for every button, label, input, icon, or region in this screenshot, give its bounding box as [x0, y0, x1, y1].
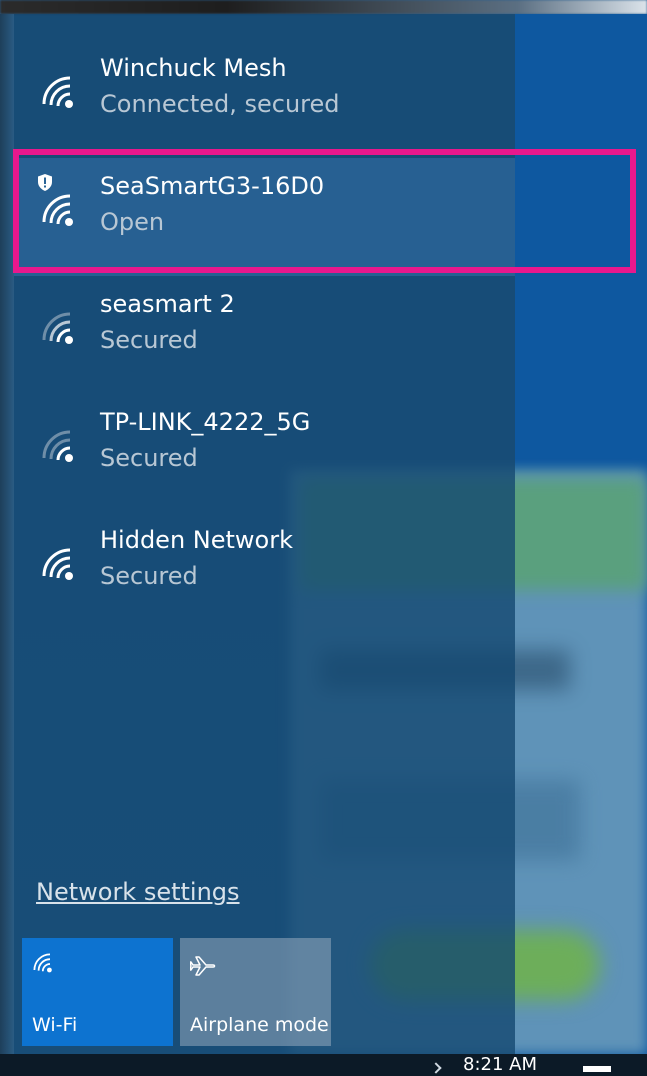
airplane-mode-tile[interactable]: Airplane mode: [180, 938, 331, 1046]
network-name: TP-LINK_4222_5G: [100, 408, 311, 436]
taskbar-clock[interactable]: 8:21 AM: [463, 1056, 537, 1074]
wifi-tile-label: Wi-Fi: [32, 1014, 78, 1036]
wifi-icon: [33, 953, 52, 973]
wifi-toggle-tile[interactable]: Wi-Fi: [22, 938, 173, 1046]
notification-icon[interactable]: [583, 1066, 611, 1072]
network-item-seasmart-2[interactable]: seasmart 2 Secured: [14, 276, 515, 394]
network-item-hidden-network[interactable]: Hidden Network Secured: [14, 512, 515, 630]
wifi-signal-icon: [42, 312, 73, 344]
network-status: Secured: [100, 444, 198, 472]
network-name: Hidden Network: [100, 526, 293, 554]
background-top-strip: [0, 0, 647, 14]
airplane-tile-label: Airplane mode: [190, 1014, 329, 1036]
network-item-tp-link[interactable]: TP-LINK_4222_5G Secured: [14, 394, 515, 512]
network-status: Secured: [100, 326, 198, 354]
wifi-signal-icon: [42, 430, 73, 462]
network-item-winchuck-mesh[interactable]: Winchuck Mesh Connected, secured: [14, 40, 515, 158]
network-settings-link[interactable]: Network settings: [36, 878, 240, 906]
airplane-icon: [190, 956, 216, 976]
wifi-signal-icon: [42, 548, 73, 580]
network-name: Winchuck Mesh: [100, 54, 287, 82]
network-status: Secured: [100, 562, 198, 590]
flyout-left-edge: [0, 14, 14, 1054]
network-status: Connected, secured: [100, 90, 340, 118]
wifi-signal-icon: [42, 76, 73, 108]
selection-highlight-box: [13, 149, 636, 273]
taskbar: [0, 1054, 647, 1076]
network-name: seasmart 2: [100, 290, 235, 318]
